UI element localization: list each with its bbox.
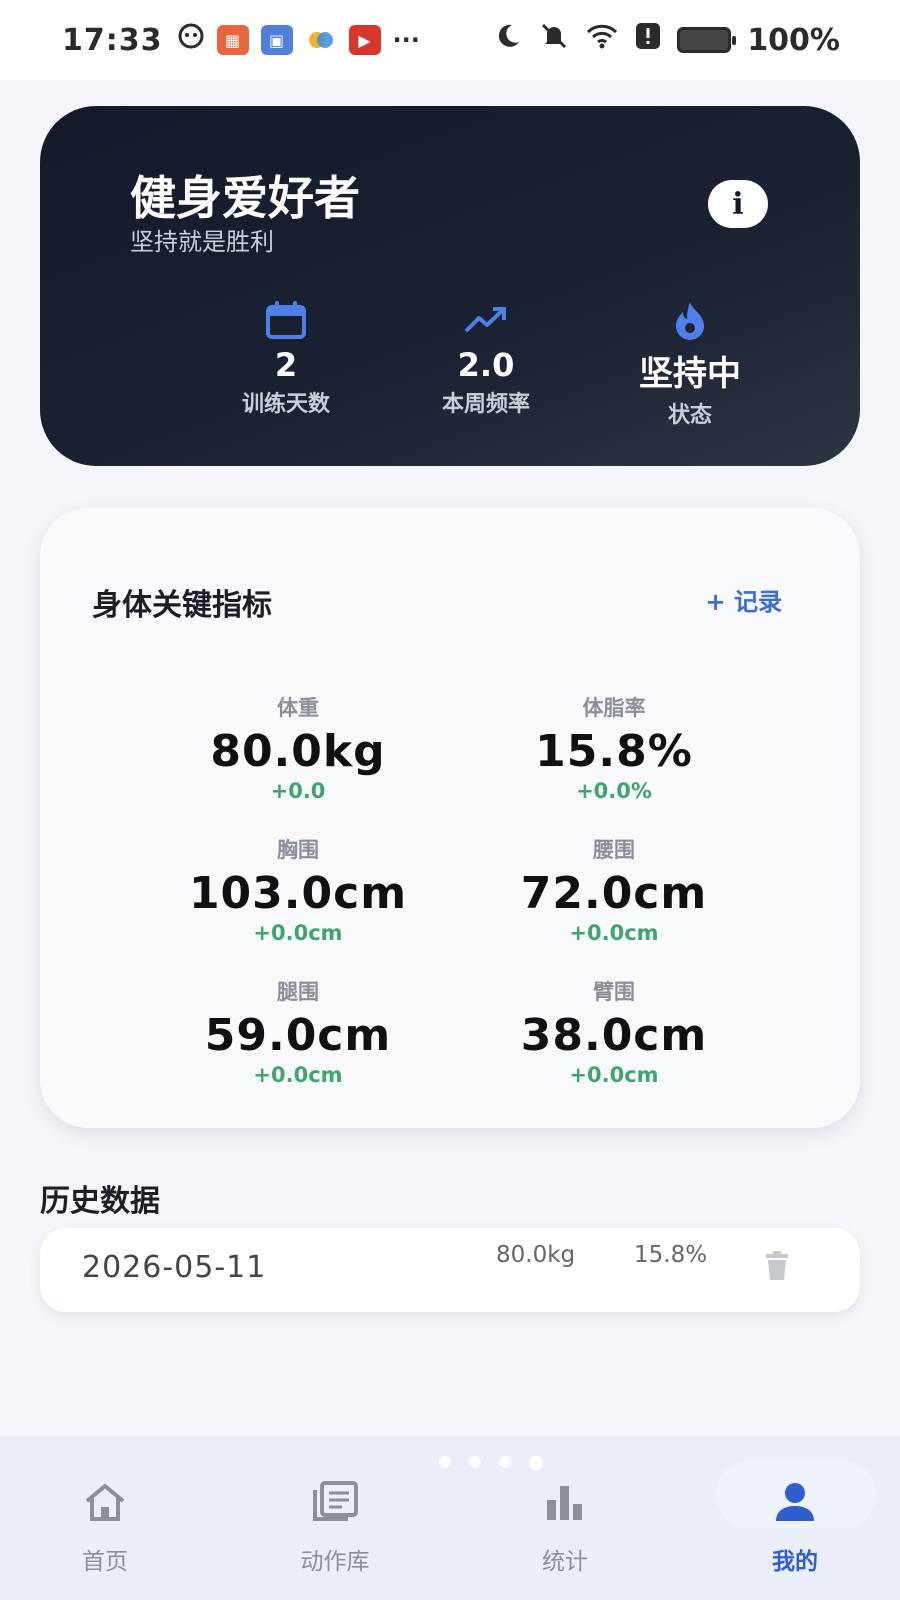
metric-value: 15.8% bbox=[535, 726, 693, 777]
bar-chart-icon bbox=[490, 1472, 640, 1532]
wifi-icon bbox=[585, 22, 619, 58]
bell-muted-icon bbox=[539, 21, 569, 59]
add-record-button[interactable]: + 记录 bbox=[706, 582, 782, 617]
nav-label: 首页 bbox=[82, 1549, 128, 1575]
history-title: 历史数据 bbox=[40, 1184, 160, 1219]
profile-subtitle: 坚持就是胜利 bbox=[130, 228, 274, 256]
app-notification-icon bbox=[305, 25, 337, 55]
stat-training-days: 2 训练天数 bbox=[206, 296, 366, 418]
stat-value: 2 bbox=[274, 346, 298, 384]
trash-icon[interactable] bbox=[762, 1250, 792, 1286]
more-notifications-icon: ··· bbox=[392, 26, 420, 54]
page-dot-active bbox=[529, 1456, 543, 1470]
flame-icon bbox=[610, 296, 770, 344]
status-time: 17:33 bbox=[62, 22, 163, 58]
nav-label: 动作库 bbox=[300, 1549, 370, 1575]
metric-label: 胸围 bbox=[277, 838, 319, 862]
info-button[interactable]: i bbox=[708, 180, 768, 228]
page-dot bbox=[439, 1456, 451, 1468]
history-row[interactable]: 2026-05-11 80.0kg 15.8% bbox=[40, 1228, 860, 1312]
metric-delta: +0.0cm bbox=[569, 921, 659, 945]
battery-icon bbox=[677, 27, 737, 53]
metric-delta: +0.0cm bbox=[569, 1063, 659, 1087]
stat-label: 本周频率 bbox=[441, 392, 530, 417]
nav-library[interactable]: 动作库 bbox=[260, 1472, 410, 1576]
nav-home[interactable]: 首页 bbox=[30, 1472, 180, 1576]
metric-delta: +0.0cm bbox=[253, 1063, 343, 1087]
nav-profile[interactable]: 我的 bbox=[720, 1472, 870, 1576]
body-metrics-card: 身体关键指标 + 记录 体重 80.0kg +0.0 体脂率 15.8% +0.… bbox=[40, 508, 860, 1128]
metric-value: 38.0cm bbox=[520, 1010, 708, 1061]
library-icon bbox=[260, 1472, 410, 1532]
app-notification-icon: ▦ bbox=[216, 25, 249, 55]
metric-arm: 臂围 38.0cm +0.0cm bbox=[464, 976, 764, 1087]
metric-label: 臂围 bbox=[593, 980, 635, 1004]
metric-label: 体脂率 bbox=[582, 696, 646, 720]
metric-delta: +0.0 bbox=[270, 779, 326, 803]
profile-hero-card: 健身爱好者 坚持就是胜利 i 2 训练天数 2.0 本周频率 坚持中 状态 bbox=[40, 106, 860, 466]
stat-label: 训练天数 bbox=[241, 392, 330, 417]
metric-delta: +0.0% bbox=[576, 779, 652, 803]
stat-label: 状态 bbox=[667, 403, 712, 428]
metric-value: 103.0cm bbox=[188, 868, 408, 919]
metric-value: 59.0cm bbox=[204, 1010, 392, 1061]
status-bar: 17:33 ▦ ▣ ▶ ··· 100% bbox=[0, 0, 900, 80]
app-notification-icon: ▶ bbox=[348, 25, 381, 55]
page-dot bbox=[469, 1456, 481, 1468]
nav-label: 我的 bbox=[772, 1549, 818, 1575]
stat-weekly-frequency: 2.0 本周频率 bbox=[406, 296, 566, 418]
person-icon bbox=[720, 1472, 870, 1532]
metric-label: 腰围 bbox=[593, 838, 635, 862]
history-date: 2026-05-11 bbox=[82, 1250, 267, 1285]
metric-delta: +0.0cm bbox=[253, 921, 343, 945]
nav-label: 统计 bbox=[542, 1549, 588, 1575]
bottom-navigation: 首页 动作库 统计 我的 bbox=[0, 1436, 900, 1600]
nav-stats[interactable]: 统计 bbox=[490, 1472, 640, 1576]
calendar-icon bbox=[206, 296, 366, 344]
stat-value: 2.0 bbox=[457, 346, 515, 384]
battery-level: 100% bbox=[747, 22, 840, 58]
stat-status: 坚持中 状态 bbox=[610, 296, 770, 429]
home-icon bbox=[30, 1472, 180, 1532]
metric-label: 体重 bbox=[277, 696, 319, 720]
stat-value: 坚持中 bbox=[639, 354, 741, 394]
metric-thigh: 腿围 59.0cm +0.0cm bbox=[148, 976, 448, 1087]
history-weight: 80.0kg bbox=[496, 1242, 576, 1268]
history-body-fat: 15.8% bbox=[634, 1242, 708, 1268]
metric-body-fat: 体脂率 15.8% +0.0% bbox=[464, 692, 764, 803]
page-dot bbox=[499, 1456, 511, 1468]
profile-title: 健身爱好者 bbox=[130, 171, 360, 225]
metric-label: 腿围 bbox=[277, 980, 319, 1004]
metric-weight: 体重 80.0kg +0.0 bbox=[148, 692, 448, 803]
metric-chest: 胸围 103.0cm +0.0cm bbox=[148, 834, 448, 945]
info-icon: i bbox=[732, 186, 744, 222]
metric-value: 80.0kg bbox=[210, 726, 386, 777]
alert-icon bbox=[635, 22, 661, 58]
moon-icon bbox=[493, 21, 523, 59]
app-notification-icon: ▣ bbox=[260, 25, 293, 55]
metric-value: 72.0cm bbox=[520, 868, 708, 919]
face-icon bbox=[177, 22, 205, 58]
metric-waist: 腰围 72.0cm +0.0cm bbox=[464, 834, 764, 945]
trending-up-icon bbox=[406, 296, 566, 344]
metrics-title: 身体关键指标 bbox=[92, 588, 272, 623]
